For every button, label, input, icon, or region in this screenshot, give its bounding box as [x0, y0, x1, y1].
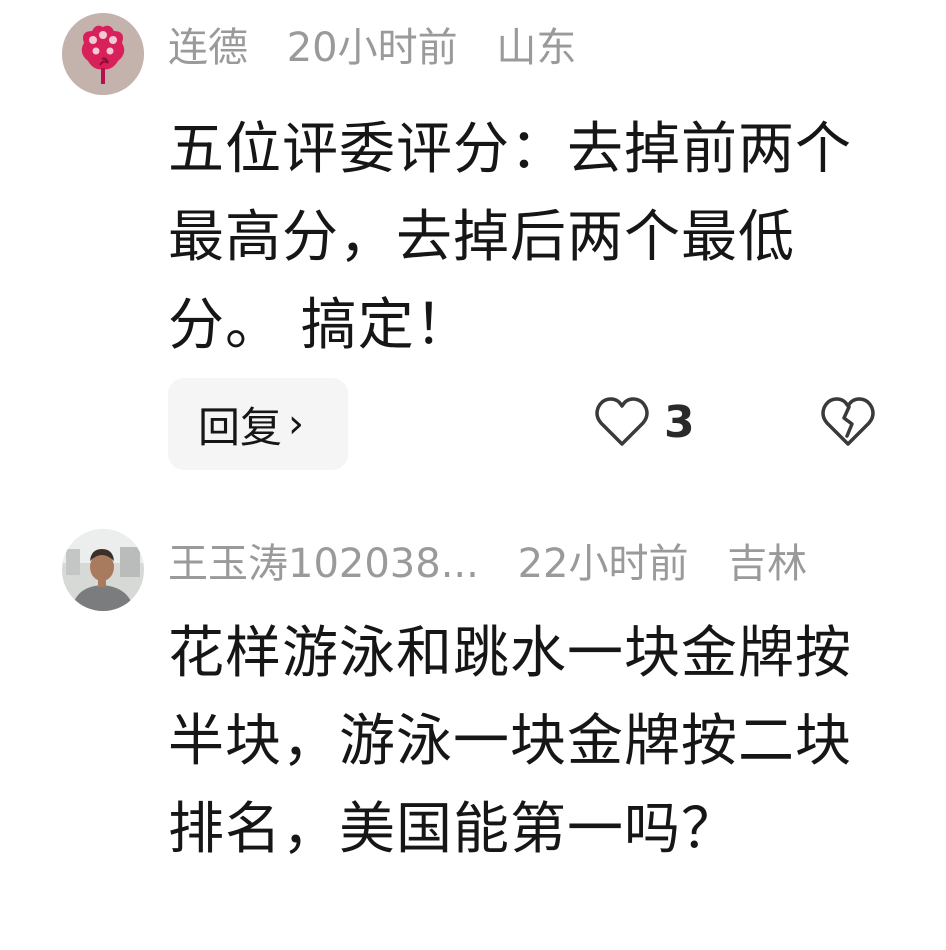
dislike-button[interactable]: [820, 396, 876, 452]
red-flower-avatar-icon: [62, 13, 144, 95]
avatar[interactable]: [62, 13, 144, 95]
man-photo-avatar-icon: [62, 529, 144, 611]
heart-outline-icon: [595, 397, 649, 446]
username[interactable]: 连德: [168, 25, 248, 71]
like-button[interactable]: 3: [594, 396, 695, 448]
comment-item: 王玉涛102038... 22小时前 吉林 花样游泳和跳水一块金牌按半块，游泳一…: [0, 500, 946, 950]
broken-heart-icon: [821, 397, 875, 446]
reply-label: 回复: [198, 402, 283, 452]
comment-text: 五位评委评分：去掉前两个最高分，去掉后两个最低分。 搞定！: [168, 117, 852, 358]
region: 吉林: [727, 541, 808, 587]
like-count: 3: [664, 396, 695, 448]
chevron-right-icon: ›: [288, 401, 305, 447]
username[interactable]: 王玉涛102038...: [168, 541, 479, 587]
timestamp: 20小时前: [286, 25, 458, 71]
avatar[interactable]: [62, 529, 144, 611]
reply-button[interactable]: 回复 ›: [168, 378, 348, 470]
timestamp: 22小时前: [517, 541, 689, 587]
comment-meta: 王玉涛102038... 22小时前 吉林: [168, 534, 807, 594]
comment-meta: 连德 20小时前 山东: [168, 18, 576, 78]
region: 山东: [496, 25, 577, 71]
comment-item: 连德 20小时前 山东 五位评委评分：去掉前两个最高分，去掉后两个最低分。 搞定…: [0, 0, 946, 500]
comment-text: 花样游泳和跳水一块金牌按半块，游泳一块金牌按二块排名，美国能第一吗？: [168, 621, 852, 862]
